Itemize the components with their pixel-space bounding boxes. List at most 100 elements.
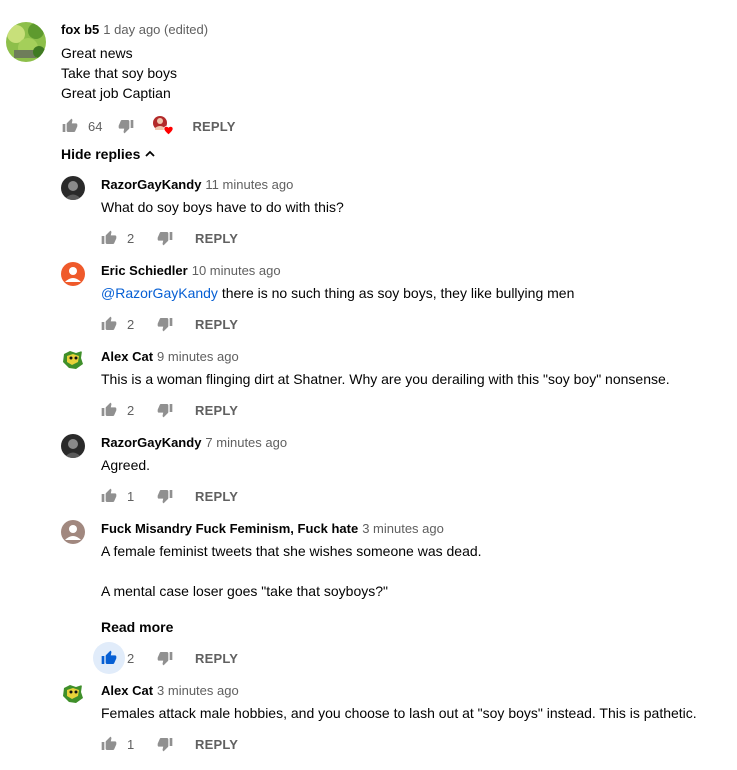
comment-line: A female feminist tweets that she wishes… [101, 543, 482, 559]
author-name[interactable]: Eric Schiedler [101, 263, 188, 278]
avatar[interactable] [61, 176, 85, 200]
hide-replies-button[interactable]: Hide replies [61, 146, 156, 162]
avatar-image [6, 22, 46, 62]
dislike-button[interactable] [153, 398, 177, 422]
thumb-down-icon [157, 736, 173, 752]
like-button[interactable] [97, 398, 121, 422]
like-button[interactable] [97, 312, 121, 336]
like-count: 2 [127, 402, 135, 418]
dislike-button[interactable] [153, 646, 177, 670]
thumb-up-icon [62, 118, 78, 134]
comment-header: Fuck Misandry Fuck Feminism, Fuck hate 3 … [101, 521, 444, 537]
reply-button[interactable]: REPLY [195, 231, 238, 246]
author-name[interactable]: fox b5 [61, 22, 99, 37]
author-name[interactable]: Alex Cat [101, 349, 153, 364]
reply-button[interactable]: REPLY [195, 737, 238, 752]
reply-button[interactable]: REPLY [195, 317, 238, 332]
heart-icon [164, 126, 174, 135]
like-count: 2 [127, 650, 135, 666]
thumb-up-icon [101, 316, 117, 332]
dislike-button[interactable] [153, 484, 177, 508]
author-name[interactable]: RazorGayKandy [101, 435, 201, 450]
avatar-image [61, 682, 85, 706]
comment-actions: 1 REPLY [97, 732, 238, 756]
comment-line: Agreed. [101, 457, 151, 473]
comment-timestamp[interactable]: 10 minutes ago [192, 263, 281, 278]
comment-actions: 2 REPLY [97, 226, 238, 250]
reply-button[interactable]: REPLY [195, 403, 238, 418]
thumb-up-icon [101, 402, 117, 418]
reply-button[interactable]: REPLY [195, 489, 238, 504]
comment-line: Great news [61, 45, 133, 61]
author-name[interactable]: Alex Cat [101, 683, 153, 698]
like-button[interactable] [97, 732, 121, 756]
comment-actions: 2 REPLY [97, 398, 238, 422]
avatar[interactable] [61, 520, 85, 544]
thumb-down-icon [118, 118, 134, 134]
comment-header: Alex Cat 3 minutes ago [101, 683, 239, 699]
like-button[interactable] [58, 114, 82, 138]
thumb-down-icon [157, 402, 173, 418]
avatar[interactable] [61, 434, 85, 458]
comment-thread: fox b5 1 day ago (edited) Great news Take… [0, 0, 737, 770]
reply-button[interactable]: REPLY [192, 119, 235, 134]
thumb-down-icon [157, 316, 173, 332]
avatar-image [61, 262, 85, 286]
avatar[interactable] [61, 262, 85, 286]
thumb-up-icon [101, 736, 117, 752]
author-name[interactable]: RazorGayKandy [101, 177, 201, 192]
comment-timestamp[interactable]: 9 minutes ago [157, 349, 239, 364]
comment-text: What do soy boys have to do with this? [101, 197, 344, 217]
like-count: 1 [127, 736, 135, 752]
comment-text: Females attack male hobbies, and you cho… [101, 703, 697, 723]
comment-line: What do soy boys have to do with this? [101, 199, 344, 215]
thumb-down-icon [157, 650, 173, 666]
comment-timestamp[interactable]: 7 minutes ago [205, 435, 287, 450]
mention-link[interactable]: @RazorGayKandy [101, 285, 218, 301]
comment-line: A mental case loser goes "take that soyb… [101, 583, 388, 599]
comment-header: Alex Cat 9 minutes ago [101, 349, 239, 365]
dislike-button[interactable] [153, 226, 177, 250]
comment-timestamp[interactable]: 1 day ago (edited) [103, 22, 208, 37]
comment-text: Agreed. [101, 455, 150, 475]
avatar[interactable] [61, 348, 85, 372]
dislike-button[interactable] [114, 114, 138, 138]
thumb-up-icon [101, 230, 117, 246]
comment-line-blank [101, 561, 482, 581]
comment-timestamp[interactable]: 3 minutes ago [362, 521, 444, 536]
reply-button[interactable]: REPLY [195, 651, 238, 666]
avatar-image [61, 434, 85, 458]
avatar[interactable] [61, 682, 85, 706]
comment-actions: 64 REPLY [58, 114, 236, 138]
comment-line: @RazorGayKandy there is no such thing as… [101, 283, 574, 303]
comment-line: Females attack male hobbies, and you cho… [101, 705, 697, 721]
dislike-button[interactable] [153, 732, 177, 756]
comment-line: Take that soy boys [61, 65, 177, 81]
comment-actions: 1 REPLY [97, 484, 238, 508]
comment-timestamp[interactable]: 11 minutes ago [205, 177, 293, 192]
comment-header: RazorGayKandy 7 minutes ago [101, 435, 287, 451]
comment-line-text: there is no such thing as soy boys, they… [217, 285, 575, 301]
like-count: 2 [127, 316, 135, 332]
like-count: 1 [127, 488, 135, 504]
comment-text: This is a woman flinging dirt at Shatner… [101, 369, 670, 389]
thumb-up-icon [101, 488, 117, 504]
hide-replies-label: Hide replies [61, 146, 141, 162]
thumb-up-icon [101, 650, 117, 666]
like-button[interactable] [93, 642, 125, 674]
like-button[interactable] [97, 226, 121, 250]
comment-line: Great job Captian [61, 85, 171, 101]
creator-heart[interactable] [152, 115, 174, 137]
comment-text: @RazorGayKandy there is no such thing as… [101, 283, 574, 303]
comment-text: A female feminist tweets that she wishes… [101, 541, 482, 601]
avatar-image [61, 348, 85, 372]
avatar[interactable] [6, 22, 46, 62]
like-count: 2 [127, 230, 135, 246]
dislike-button[interactable] [153, 312, 177, 336]
comment-timestamp[interactable]: 3 minutes ago [157, 683, 239, 698]
comment-line: This is a woman flinging dirt at Shatner… [101, 371, 670, 387]
like-button[interactable] [97, 484, 121, 508]
read-more-button[interactable]: Read more [101, 619, 173, 635]
author-name[interactable]: Fuck Misandry Fuck Feminism, Fuck hate [101, 521, 358, 536]
comment-text: Great news Take that soy boys Great job … [61, 43, 177, 103]
